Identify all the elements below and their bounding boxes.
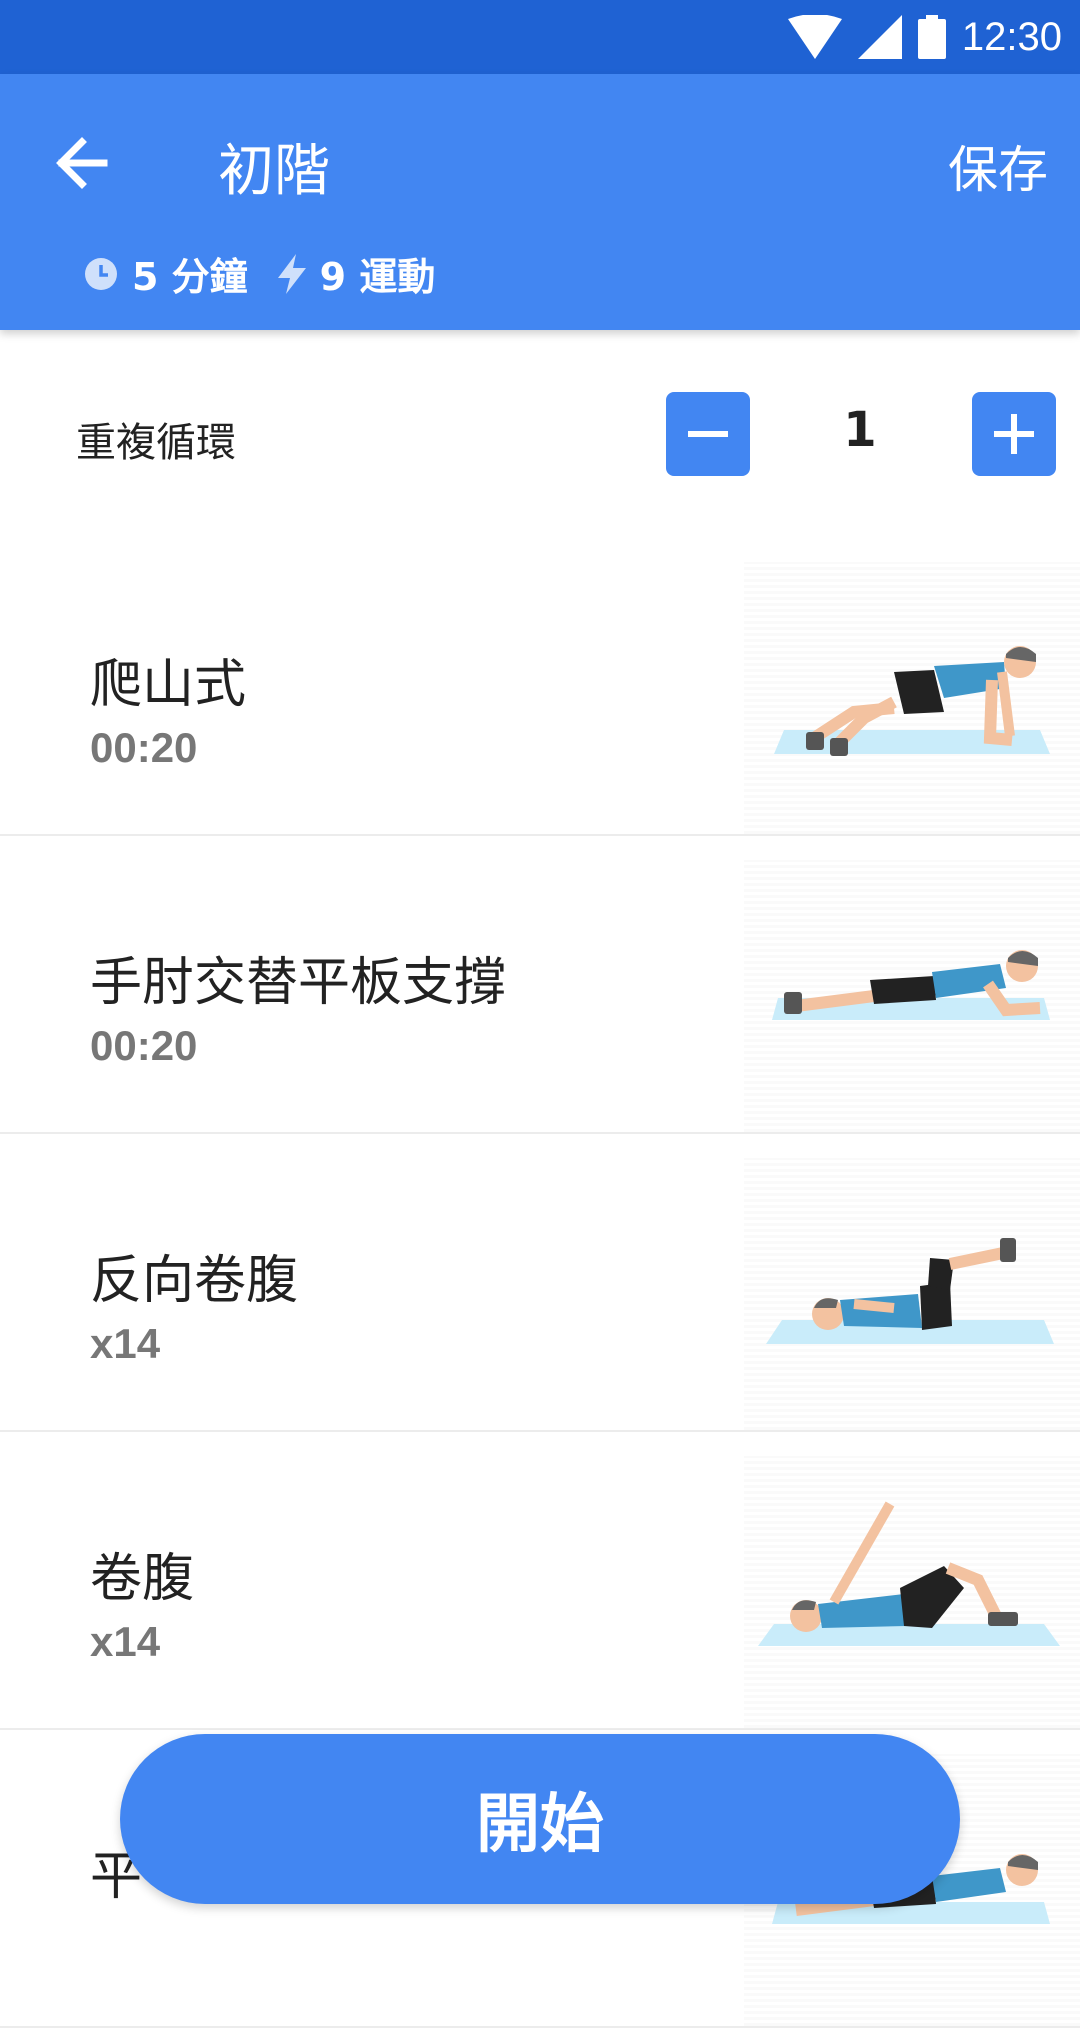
exercise-name: 反向卷腹 xyxy=(90,1251,299,1311)
decrease-button[interactable] xyxy=(666,392,750,476)
exercise-illustration xyxy=(744,1158,1080,1430)
exercise-item[interactable]: 手肘交替平板支撐 00:20 xyxy=(0,836,1080,1134)
status-bar: 12:30 xyxy=(0,0,1080,74)
exercise-name: 爬山式 xyxy=(90,655,247,715)
mountain-climber-illustration xyxy=(774,646,1050,756)
exercise-count-text: 9 運動 xyxy=(319,255,436,299)
exercise-detail: x14 xyxy=(90,1320,161,1367)
reverse-crunch-illustration xyxy=(766,1238,1054,1344)
repeat-value: 1 xyxy=(843,402,877,458)
signal-icon xyxy=(857,15,902,59)
page-title: 初階 xyxy=(218,139,330,204)
exercise-item[interactable]: 反向卷腹 x14 xyxy=(0,1134,1080,1432)
lightning-icon xyxy=(277,253,306,294)
repeat-label: 重複循環 xyxy=(76,420,236,466)
exercise-detail: 00:20 xyxy=(90,724,198,771)
exercise-name: 手肘交替平板支撐 xyxy=(90,953,507,1013)
plus-icon xyxy=(994,414,1034,454)
back-button[interactable] xyxy=(50,128,120,198)
repeat-rounds-row: 重複循環 1 xyxy=(0,330,1080,540)
exercise-illustration xyxy=(744,562,1080,834)
exercise-item[interactable]: 卷腹 x14 xyxy=(0,1432,1080,1730)
exercise-illustration xyxy=(744,860,1080,1132)
elbow-plank-illustration xyxy=(772,950,1050,1020)
exercise-illustration xyxy=(744,1456,1080,1728)
exercise-item[interactable]: 爬山式 00:20 xyxy=(0,538,1080,836)
clock-icon xyxy=(85,257,117,290)
increase-button[interactable] xyxy=(972,392,1056,476)
duration-text: 5 分鐘 xyxy=(132,255,248,299)
exercise-detail: x14 xyxy=(90,1618,161,1665)
minus-icon xyxy=(688,431,728,437)
duration-meta: 5 分鐘 xyxy=(84,246,248,301)
arrow-left-icon xyxy=(56,137,108,189)
workout-meta: 5 分鐘 9 運動 xyxy=(84,246,465,301)
status-time: 12:30 xyxy=(961,14,1062,59)
exercise-detail: 00:20 xyxy=(90,1022,198,1069)
crunch-illustration xyxy=(758,1501,1060,1646)
save-button[interactable]: 保存 xyxy=(948,130,1048,202)
exercise-name: 卷腹 xyxy=(90,1549,195,1609)
battery-icon xyxy=(917,15,946,59)
start-button[interactable]: 開始 xyxy=(120,1734,960,1904)
app-bar: 初階 保存 5 分鐘 9 運動 xyxy=(0,74,1080,330)
wifi-icon xyxy=(787,15,842,59)
exercise-count-meta: 9 運動 xyxy=(277,246,436,301)
status-icons: 12:30 xyxy=(787,8,1062,66)
